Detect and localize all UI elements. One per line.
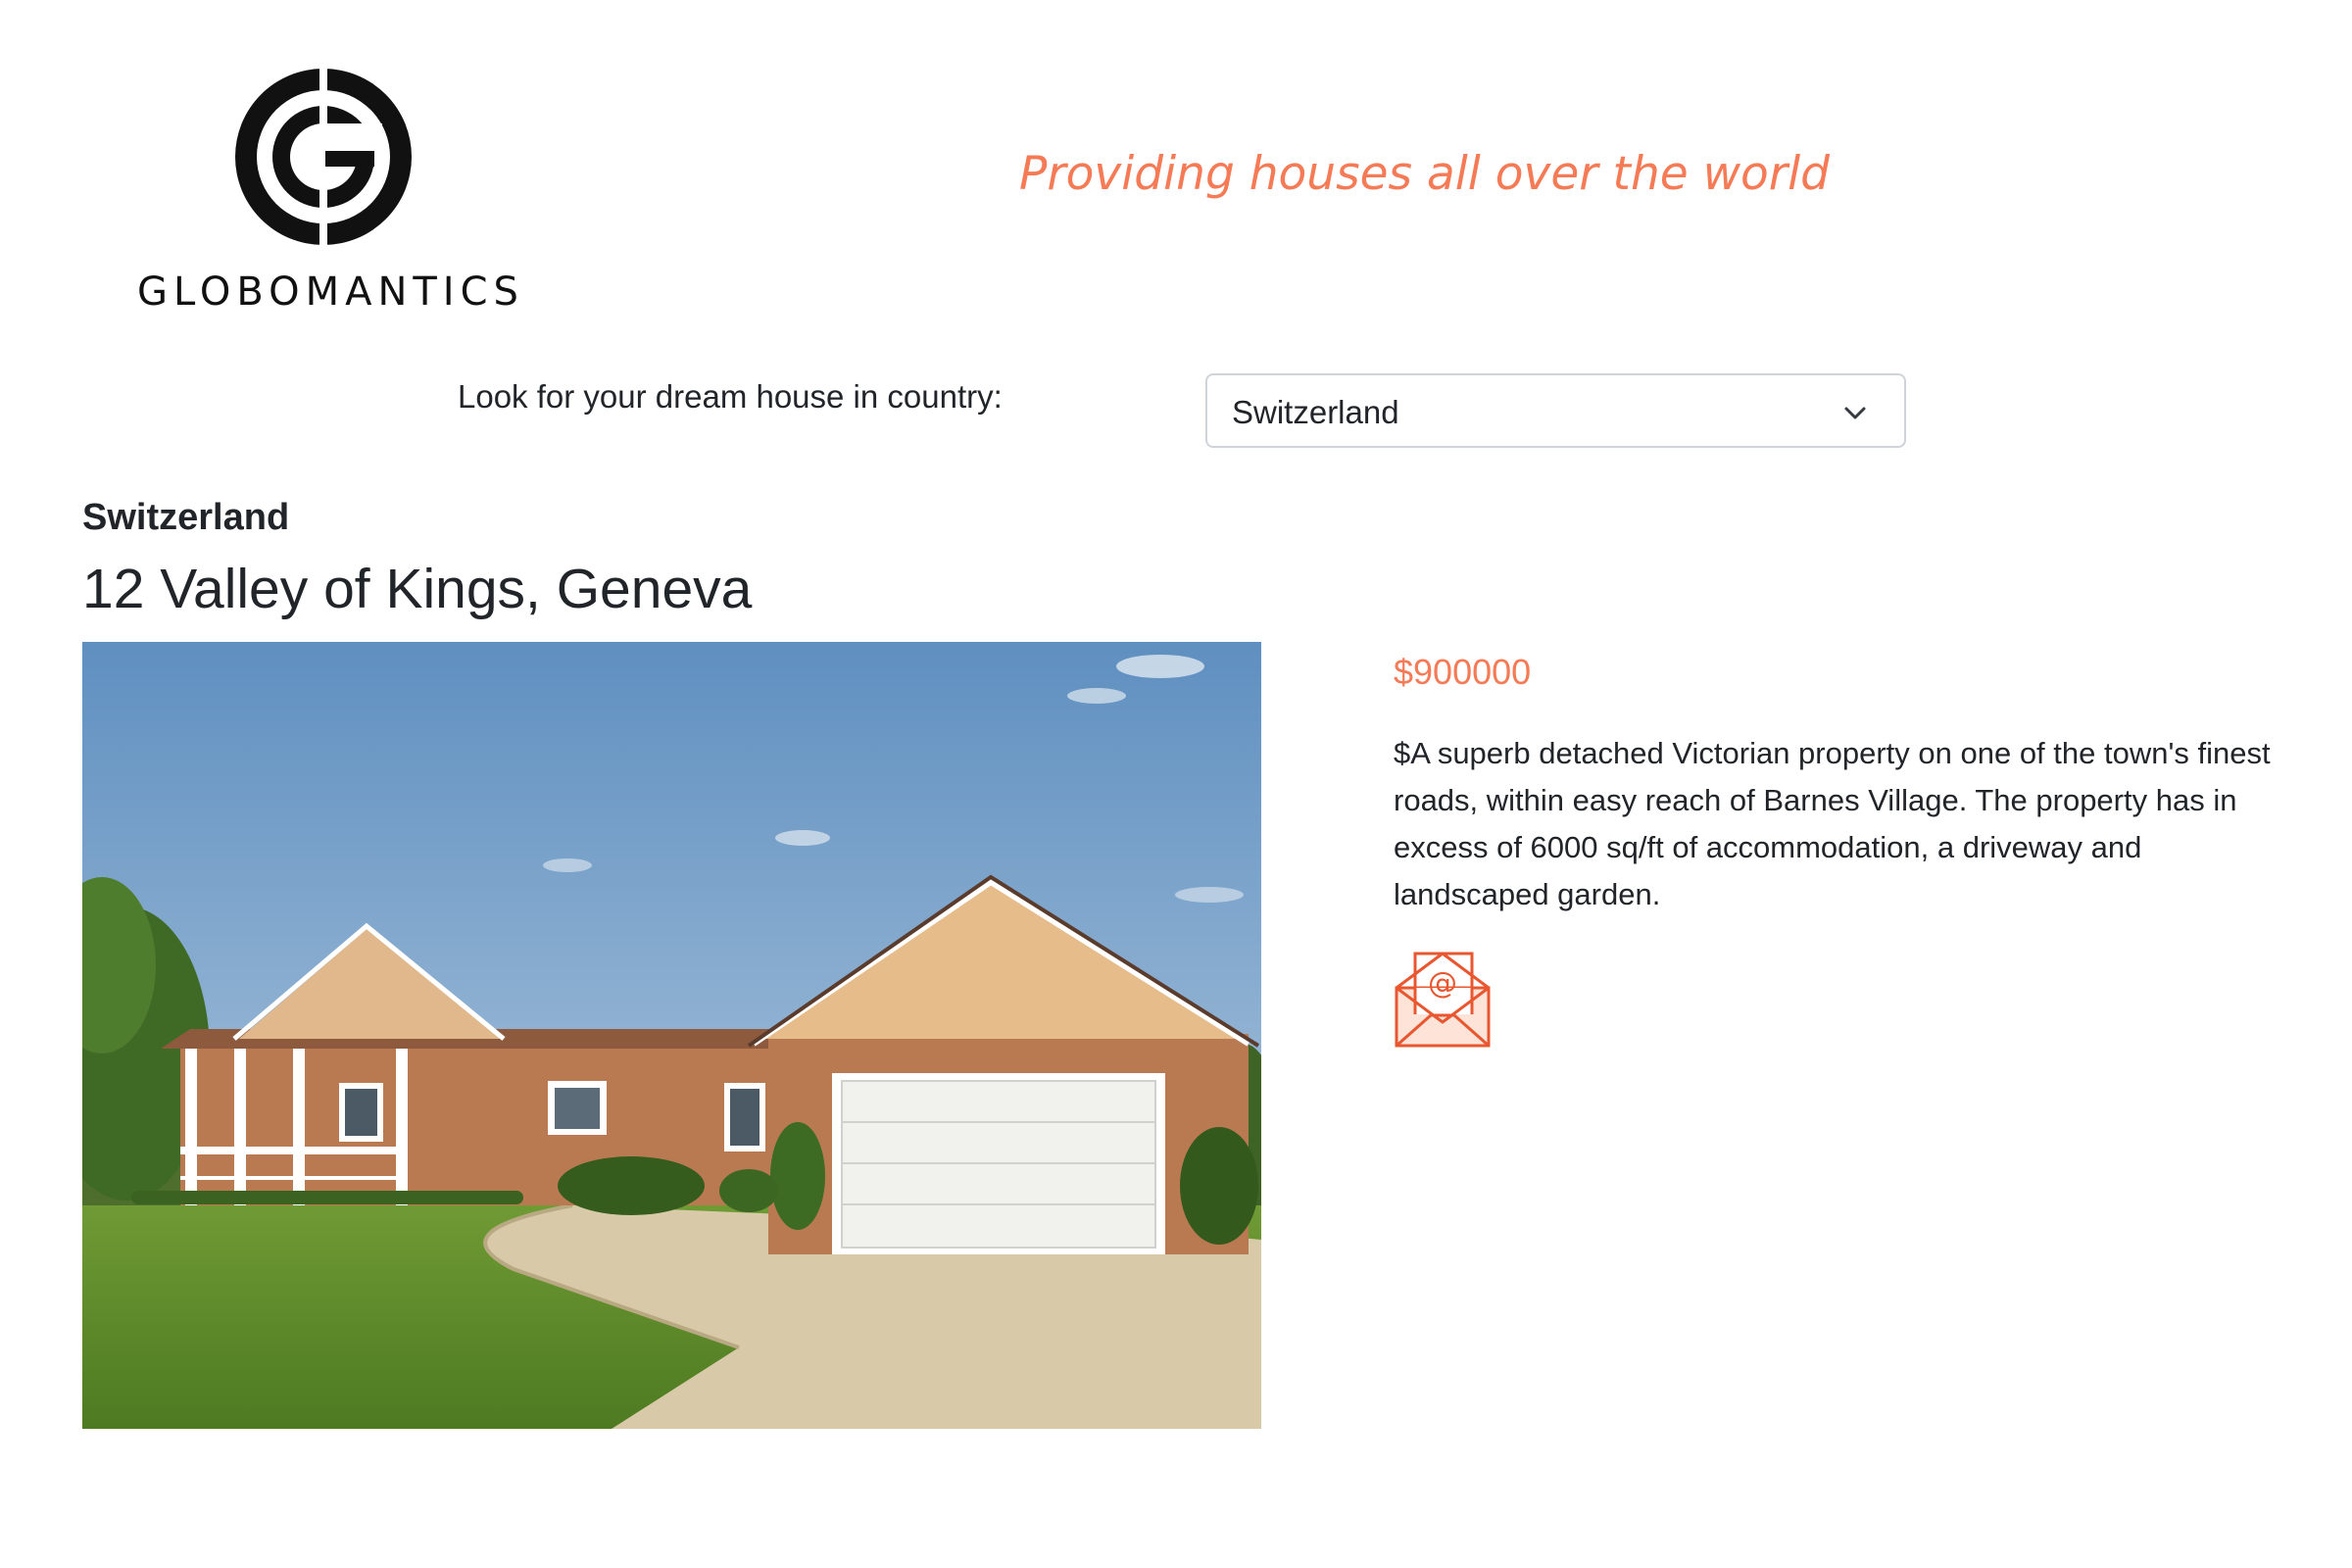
house-photo: [82, 642, 1261, 1429]
svg-text:@: @: [1428, 966, 1457, 1001]
tagline: Providing houses all over the world: [1019, 147, 1830, 201]
logo-wordmark: GLOBOMANTICS: [137, 270, 524, 315]
email-envelope-icon[interactable]: @: [1392, 949, 1494, 1051]
listing-country-heading: Switzerland: [82, 497, 290, 538]
house-photo-illustration: [82, 642, 1261, 1429]
listing-price: $900000: [1394, 652, 1532, 692]
email-envelope-graphic: @: [1395, 952, 1491, 1048]
listing-description: $A superb detached Victorian property on…: [1394, 736, 2271, 911]
listing-address-heading: 12 Valley of Kings, Geneva: [82, 558, 753, 620]
site-logo[interactable]: GLOBOMANTICS: [137, 69, 524, 323]
globomantics-logo-icon: [235, 69, 412, 245]
country-select-value: Switzerland: [1232, 394, 1399, 430]
country-select-label: Look for your dream house in country:: [458, 378, 1003, 415]
page: GLOBOMANTICS Providing houses all over t…: [0, 0, 2352, 1568]
country-select[interactable]: Switzerland: [1205, 373, 1906, 448]
chevron-down-icon: [1844, 407, 1866, 419]
